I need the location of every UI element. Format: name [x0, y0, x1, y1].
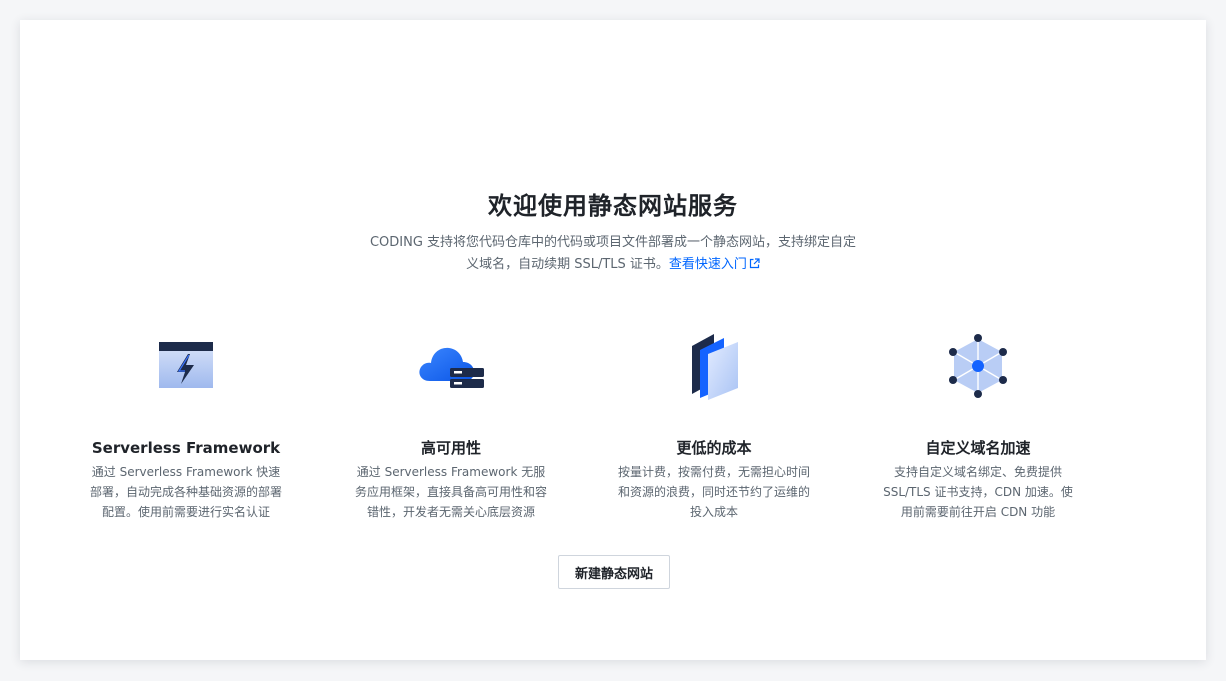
feature-text: 通过 Serverless Framework 无服务应用框架，直接具备高可用性…: [354, 465, 547, 519]
feature-serverless: Serverless Framework 通过 Serverless Frame…: [81, 330, 291, 522]
cost-layers-icon: [692, 334, 738, 400]
serverless-framework-icon: [159, 342, 213, 388]
feature-title: 自定义域名加速: [925, 439, 1031, 457]
feature-domain-acceleration: 自定义域名加速 支持自定义域名绑定、免费提供 SSL/TLS 证书支持，CDN …: [873, 330, 1083, 522]
welcome-card: 欢迎使用静态网站服务 CODING 支持将您代码仓库中的代码或项目文件部署成一个…: [20, 20, 1206, 660]
feature-lower-cost: 更低的成本 按量计费，按需付费，无需担心时间和资源的浪费，同时还节约了运维的投入…: [609, 330, 819, 522]
external-link-icon: [749, 258, 760, 269]
feature-text: 支持自定义域名绑定、免费提供 SSL/TLS 证书支持，CDN 加速。使用前需要…: [883, 465, 1073, 519]
feature-text: 通过 Serverless Framework 快速部署，自动完成各种基础资源的…: [89, 465, 282, 519]
description-text: CODING 支持将您代码仓库中的代码或项目文件部署成一个静态网站，支持绑定自定…: [369, 235, 857, 272]
quick-start-link-label: 查看快速入门: [668, 257, 747, 272]
cloud-server-icon: [419, 347, 484, 388]
feature-title: 高可用性: [420, 439, 481, 457]
feature-high-availability: 高可用性 通过 Serverless Framework 无服务应用框架，直接具…: [346, 330, 556, 522]
create-static-site-button[interactable]: 新建静态网站: [558, 555, 670, 589]
feature-text: 按量计费，按需付费，无需担心时间和资源的浪费，同时还节约了运维的投入成本: [617, 465, 810, 519]
domain-network-icon: [949, 334, 1007, 398]
quick-start-link[interactable]: 查看快速入门: [669, 257, 760, 272]
page-title: 欢迎使用静态网站服务: [488, 192, 738, 220]
feature-title: Serverless Framework: [91, 439, 281, 457]
welcome-description: CODING 支持将您代码仓库中的代码或项目文件部署成一个静态网站，支持绑定自定…: [367, 232, 859, 276]
feature-title: 更低的成本: [676, 439, 752, 457]
